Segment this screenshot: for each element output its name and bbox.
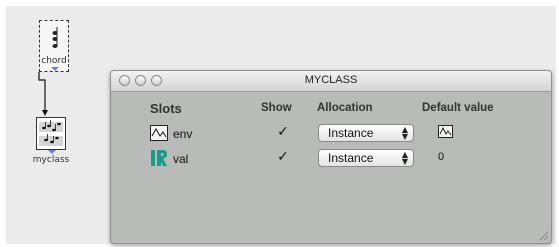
- myclass-outlet[interactable]: [48, 150, 56, 154]
- score-icon: [38, 119, 64, 149]
- real-number-icon[interactable]: [150, 150, 168, 166]
- patch-connection[interactable]: [31, 72, 51, 118]
- class-editor-window: MYCLASS Slots Show Allocation Default va…: [110, 70, 552, 244]
- chord-box-label: chord: [41, 56, 67, 66]
- default-value[interactable]: 0: [438, 151, 444, 163]
- select-arrows-icon: ▲ ▼: [401, 150, 408, 166]
- chord-notes-icon: [52, 27, 58, 48]
- allocation-header: Allocation: [317, 102, 373, 114]
- slot-row-env: env ✓ Instance ▲ ▼: [111, 122, 551, 146]
- show-checkbox[interactable]: ✓: [275, 149, 291, 165]
- chord-outlet[interactable]: [51, 67, 59, 71]
- bpf-icon[interactable]: [150, 125, 168, 141]
- show-header: Show: [261, 102, 292, 114]
- show-checkbox[interactable]: ✓: [275, 124, 291, 140]
- resize-grip-icon[interactable]: [538, 230, 549, 241]
- myclass-box[interactable]: [36, 117, 66, 150]
- chord-box[interactable]: chord: [39, 20, 69, 72]
- allocation-value: Instance: [328, 151, 374, 165]
- patch-canvas[interactable]: chord myclass MYCLASS Slots Show Allocat…: [6, 6, 556, 244]
- window-title: MYCLASS: [304, 74, 358, 86]
- select-arrows-icon: ▲ ▼: [401, 125, 408, 141]
- myclass-box-label: myclass: [32, 155, 70, 165]
- allocation-select[interactable]: Instance ▲ ▼: [318, 124, 414, 142]
- default-value-header: Default value: [422, 102, 494, 114]
- slot-name[interactable]: val: [173, 152, 188, 166]
- window-titlebar[interactable]: MYCLASS: [111, 71, 551, 92]
- slot-row-val: val ✓ Instance ▲ ▼ 0: [111, 147, 551, 171]
- allocation-value: Instance: [328, 126, 374, 140]
- slots-header: Slots: [150, 101, 182, 116]
- bpf-icon[interactable]: [438, 125, 453, 138]
- slot-name[interactable]: env: [173, 127, 192, 141]
- allocation-select[interactable]: Instance ▲ ▼: [318, 149, 414, 167]
